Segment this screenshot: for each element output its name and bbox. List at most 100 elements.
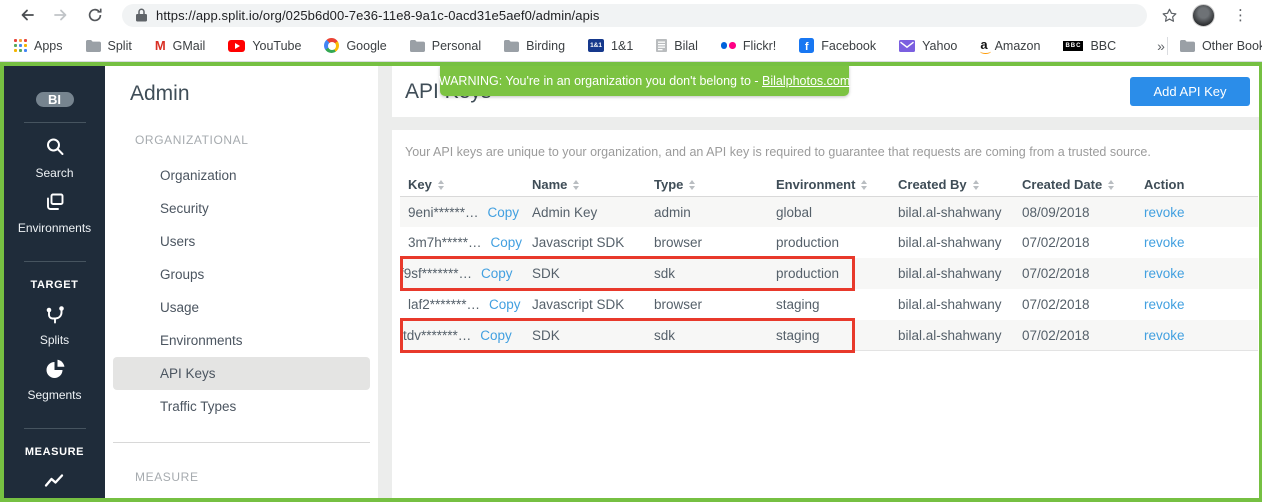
table-header-row: Key Name Type Environment Created By Cre… (400, 173, 1258, 196)
nav-item-organization[interactable]: Organization (105, 159, 378, 192)
rail-item-segments[interactable]: Segments (27, 358, 81, 402)
apps-grid-icon (14, 39, 27, 52)
bookmark-facebook[interactable]: f Facebook (799, 38, 876, 53)
revoke-link[interactable]: revoke (1144, 205, 1185, 220)
api-key-mask: itdv*******… (400, 328, 471, 343)
api-keys-table: Key Name Type Environment Created By Cre… (400, 173, 1258, 351)
url-bar[interactable]: https://app.split.io/org/025b6d00-7e36-1… (122, 4, 1147, 27)
bookmark-google[interactable]: Google (324, 38, 386, 53)
reload-icon[interactable] (82, 2, 108, 28)
col-key[interactable]: Key (400, 177, 532, 192)
forward-icon[interactable] (48, 2, 74, 28)
url-input[interactable]: https://app.split.io/org/025b6d00-7e36-1… (156, 8, 600, 23)
key-type: admin (654, 205, 776, 220)
bookmark-youtube[interactable]: YouTube (228, 39, 301, 53)
rail-item-environments[interactable]: Environments (18, 191, 91, 235)
table-row-highlighted: f9sf*******…Copy SDK sdk production bila… (400, 258, 1258, 289)
nav-item-users[interactable]: Users (105, 225, 378, 258)
key-name: SDK (532, 266, 654, 281)
back-icon[interactable] (14, 2, 40, 28)
rail-item-search[interactable]: Search (35, 136, 73, 180)
other-bookmarks[interactable]: Other Bookmarks (1180, 39, 1262, 53)
bookmark-birding[interactable]: Birding (504, 39, 565, 53)
browser-toolbar: https://app.split.io/org/025b6d00-7e36-1… (0, 0, 1262, 30)
rail-item-splits[interactable]: Splits (40, 303, 69, 347)
sort-icon[interactable] (438, 180, 444, 190)
bookmark-star-icon[interactable] (1161, 7, 1178, 24)
splits-icon (44, 303, 66, 330)
bookmark-1and1[interactable]: 1&1 1&1 (588, 39, 633, 53)
sort-icon[interactable] (861, 180, 867, 190)
key-name: Javascript SDK (532, 235, 654, 250)
created-date: 07/02/2018 (1022, 266, 1144, 281)
rail-item-metrics[interactable]: Metrics (35, 470, 74, 498)
warning-org-link[interactable]: Bilalphotos.com (762, 74, 850, 88)
nav-item-security[interactable]: Security (105, 192, 378, 225)
table-row: 3m7h*****…Copy Javascript SDK browser pr… (400, 227, 1258, 258)
profile-avatar[interactable] (1192, 4, 1215, 27)
table-row: laf2*******…Copy Javascript SDK browser … (400, 289, 1258, 320)
google-icon (324, 38, 339, 53)
copy-link[interactable]: Copy (488, 205, 520, 220)
api-keys-description: Your API keys are unique to your organiz… (405, 145, 1246, 159)
nav-item-usage[interactable]: Usage (105, 291, 378, 324)
workspace-avatar[interactable]: BI (36, 92, 74, 107)
key-type: sdk (654, 266, 776, 281)
nav-item-api-keys[interactable]: API Keys (113, 357, 370, 390)
sort-icon[interactable] (1108, 180, 1114, 190)
bookmark-personal[interactable]: Personal (410, 39, 481, 53)
created-by: bilal.al-shahwany (898, 235, 1022, 250)
api-key-mask: laf2*******… (408, 297, 480, 312)
key-environment: production (776, 235, 898, 250)
nav-divider (113, 442, 370, 443)
section-measure: MEASURE (135, 470, 378, 484)
copy-link[interactable]: Copy (480, 328, 512, 343)
bookmark-apps[interactable]: Apps (14, 39, 63, 53)
bookmarks-bar: Apps Split M GMail YouTube Google Person… (0, 30, 1262, 62)
folder-icon (86, 40, 101, 52)
browser-menu-icon[interactable]: ⋮ (1229, 8, 1252, 23)
rail-section-target: TARGET (30, 279, 78, 291)
sort-icon[interactable] (573, 180, 579, 190)
copy-link[interactable]: Copy (491, 235, 523, 250)
col-created-by[interactable]: Created By (898, 177, 1022, 192)
created-by: bilal.al-shahwany (898, 266, 1022, 281)
copy-link[interactable]: Copy (489, 297, 521, 312)
bookmark-gmail[interactable]: M GMail (155, 39, 206, 53)
bookmarks-overflow-icon[interactable]: » (1157, 38, 1165, 54)
col-environment[interactable]: Environment (776, 177, 898, 192)
table-row: 9eni******…Copy Admin Key admin global b… (400, 196, 1258, 227)
created-by: bilal.al-shahwany (898, 328, 1022, 343)
revoke-link[interactable]: revoke (1144, 266, 1185, 281)
folder-icon (504, 40, 519, 52)
table-row-highlighted: itdv*******…Copy SDK sdk staging bilal.a… (400, 320, 1258, 351)
revoke-link[interactable]: revoke (1144, 235, 1185, 250)
api-keys-panel: WARNING: You're in an organization you d… (392, 66, 1259, 498)
col-created-date[interactable]: Created Date (1022, 177, 1144, 192)
revoke-link[interactable]: revoke (1144, 328, 1185, 343)
created-by: bilal.al-shahwany (898, 297, 1022, 312)
bookmark-split[interactable]: Split (86, 39, 132, 53)
add-api-key-button[interactable]: Add API Key (1130, 77, 1250, 106)
revoke-link[interactable]: revoke (1144, 297, 1185, 312)
bookmark-bbc[interactable]: BBC BBC (1063, 39, 1116, 53)
yahoo-envelope-icon (899, 40, 915, 52)
col-type[interactable]: Type (654, 177, 776, 192)
gmail-icon: M (155, 39, 166, 52)
col-name[interactable]: Name (532, 177, 654, 192)
bookmark-flickr[interactable]: Flickr! (721, 39, 776, 53)
created-by: bilal.al-shahwany (898, 205, 1022, 220)
copy-link[interactable]: Copy (481, 266, 513, 281)
key-environment: staging (776, 328, 898, 343)
bookmark-amazon[interactable]: a Amazon (980, 38, 1040, 54)
key-name: Javascript SDK (532, 297, 654, 312)
nav-item-environments[interactable]: Environments (105, 324, 378, 357)
sort-icon[interactable] (973, 180, 979, 190)
sort-icon[interactable] (689, 180, 695, 190)
nav-item-traffic-types[interactable]: Traffic Types (105, 390, 378, 423)
bookmark-bilal[interactable]: Bilal (656, 39, 698, 53)
bookmark-yahoo[interactable]: Yahoo (899, 39, 957, 53)
nav-item-event-types[interactable]: Event Types (105, 496, 378, 498)
nav-item-groups[interactable]: Groups (105, 258, 378, 291)
created-date: 08/09/2018 (1022, 205, 1144, 220)
